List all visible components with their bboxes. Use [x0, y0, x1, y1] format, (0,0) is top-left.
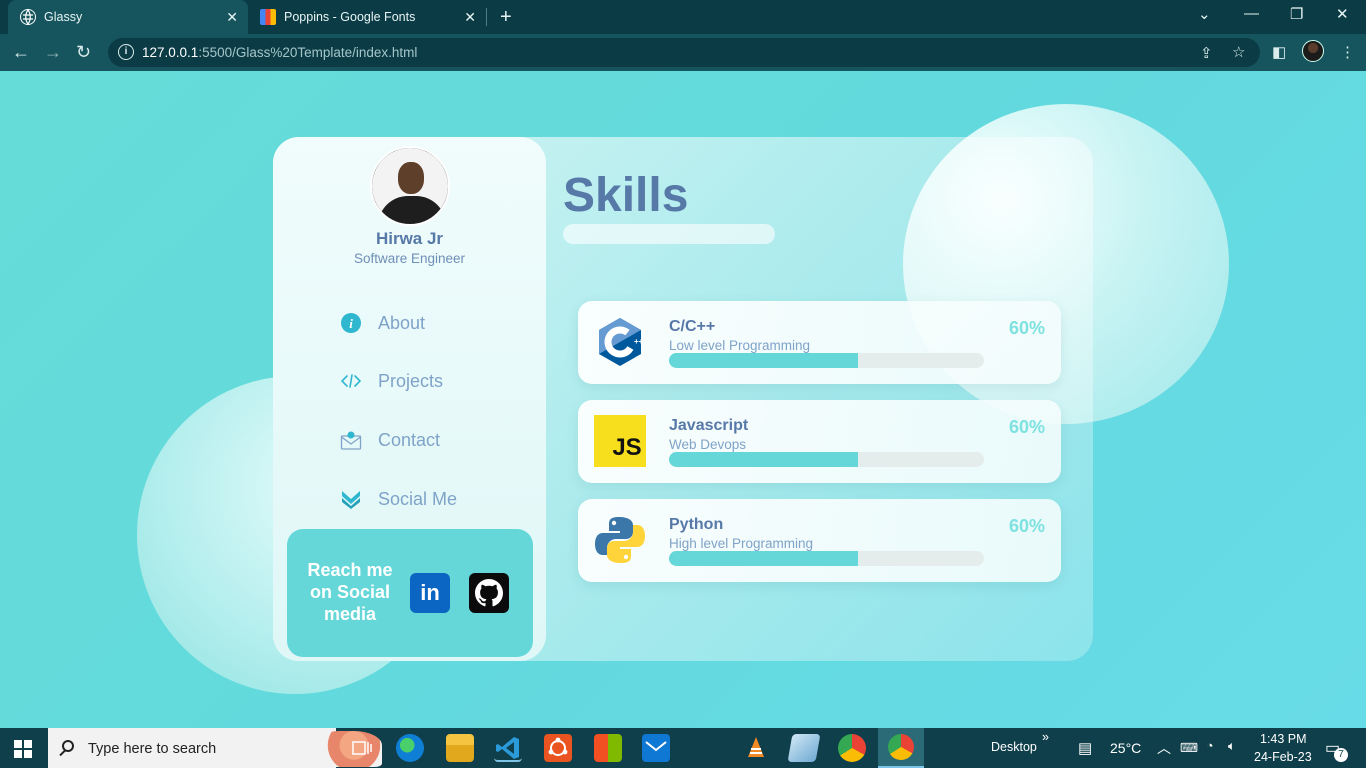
- close-window-button[interactable]: ✕: [1336, 5, 1349, 23]
- skill-description: Low level Programming: [669, 338, 811, 353]
- python-logo-icon: [594, 514, 646, 566]
- profile-name: Hirwa Jr: [375, 229, 444, 248]
- title-underline: [563, 224, 775, 244]
- skill-progress-bar: [669, 551, 984, 566]
- profile-avatar[interactable]: [1302, 40, 1324, 62]
- js-logo-icon: JS: [594, 415, 646, 467]
- taskbar-search-box[interactable]: Type here to search: [48, 728, 382, 768]
- tab-separator: [486, 8, 487, 26]
- social-box: Reach me on Social media in: [287, 529, 533, 657]
- wifi-icon[interactable]: ◔: [1206, 739, 1214, 753]
- profile-role: Software Engineer: [353, 251, 466, 266]
- code-icon: [340, 370, 362, 392]
- info-icon: i: [340, 312, 362, 334]
- vlc-icon[interactable]: [742, 734, 770, 762]
- forward-arrow-icon[interactable]: →: [44, 42, 62, 62]
- expand-chevron-icon[interactable]: »: [1042, 730, 1049, 744]
- task-view-icon[interactable]: [348, 734, 376, 762]
- skill-description: Web Devops: [669, 437, 747, 452]
- bookmark-star-icon[interactable]: ☆: [1232, 43, 1245, 61]
- clock-time[interactable]: 1:43 PM: [1260, 732, 1307, 746]
- tray-chevron-up-icon[interactable]: ︿: [1157, 738, 1171, 758]
- skill-card-cpp: ++ C/C++ Low level Programming 60%: [578, 301, 1061, 384]
- svg-text:i: i: [349, 316, 353, 331]
- reload-icon[interactable]: ↻: [76, 42, 91, 62]
- side-panel-icon[interactable]: ◧: [1272, 43, 1286, 61]
- file-explorer-icon[interactable]: [446, 734, 474, 762]
- input-method-icon[interactable]: ⌨: [1180, 740, 1198, 755]
- tab-title: Glassy: [44, 10, 83, 24]
- avatar: [370, 146, 450, 226]
- tab-poppins[interactable]: Poppins - Google Fonts ✕: [250, 0, 486, 34]
- skill-description: High level Programming: [669, 536, 814, 551]
- chrome-icon[interactable]: [838, 734, 866, 762]
- volume-icon[interactable]: 🔈︎: [1228, 739, 1236, 754]
- clock-date[interactable]: 24-Feb-23: [1254, 750, 1312, 764]
- edge-browser-icon[interactable]: [396, 734, 424, 762]
- search-icon: [62, 740, 74, 752]
- skill-progress-bar: [669, 353, 984, 368]
- linkedin-icon[interactable]: in: [410, 573, 450, 613]
- vscode-icon[interactable]: [494, 734, 522, 762]
- github-icon[interactable]: [469, 573, 509, 613]
- sidebar-item-label: Social Me: [378, 488, 458, 509]
- social-cta-text: Reach me on Social media: [307, 560, 393, 624]
- sidebar-item-label: Projects: [378, 370, 444, 391]
- windows-taskbar: Type here to search Desktop » ▤ 25°C ︿ ⌨…: [0, 728, 1366, 768]
- skill-percent: 60%: [1008, 417, 1045, 437]
- menu-dots-icon[interactable]: ⋮: [1340, 43, 1355, 61]
- skill-name: C/C++: [669, 318, 716, 335]
- page-title: Skills: [563, 169, 689, 222]
- skill-card-javascript: JS Javascript Web Devops 60%: [578, 400, 1061, 483]
- sidebar-item-about[interactable]: i About: [340, 310, 425, 336]
- address-bar[interactable]: i 127.0.0.1:5500/Glass%20Template/index.…: [108, 38, 1260, 67]
- browser-toolbar: ← → ↻ i 127.0.0.1:5500/Glass%20Template/…: [0, 34, 1366, 71]
- mail-app-icon[interactable]: [642, 734, 670, 762]
- minimize-button[interactable]: —: [1244, 5, 1259, 22]
- sidebar-item-label: Contact: [378, 429, 441, 450]
- tab-title: Poppins - Google Fonts: [284, 10, 416, 24]
- restore-button[interactable]: ❐: [1290, 5, 1303, 23]
- close-tab-icon[interactable]: ✕: [226, 9, 238, 26]
- google-fonts-icon: [260, 9, 276, 25]
- sidebar: Hirwa Jr Software Engineer i About Proje…: [273, 137, 546, 661]
- desktop-toolbar-label[interactable]: Desktop: [991, 740, 1037, 754]
- globe-icon: [20, 9, 36, 25]
- site-info-icon[interactable]: i: [118, 44, 134, 60]
- sidebar-item-contact[interactable]: Contact: [340, 427, 440, 453]
- back-arrow-icon[interactable]: ←: [12, 42, 30, 62]
- skill-percent: 60%: [1008, 516, 1045, 536]
- weather-temp[interactable]: 25°C: [1110, 740, 1141, 756]
- search-placeholder: Type here to search: [88, 741, 217, 757]
- close-tab-icon[interactable]: ✕: [464, 9, 476, 26]
- skill-progress-bar: [669, 452, 984, 467]
- tab-glassy[interactable]: Glassy ✕: [8, 0, 248, 34]
- notes-app-icon[interactable]: [787, 734, 821, 762]
- skill-name: Javascript: [669, 417, 749, 434]
- new-tab-button[interactable]: +: [500, 7, 512, 27]
- browser-tab-bar: Glassy ✕ Poppins - Google Fonts ✕ + ⌄ — …: [0, 0, 1366, 34]
- mail-icon: [340, 429, 362, 451]
- sidebar-item-label: About: [378, 312, 426, 333]
- skill-card-python: Python High level Programming 60%: [578, 499, 1061, 582]
- notification-count-badge[interactable]: 7: [1334, 748, 1348, 762]
- svg-text:++: ++: [634, 337, 644, 346]
- share-icon[interactable]: ⇪: [1200, 44, 1213, 62]
- url-text: 127.0.0.1:5500/Glass%20Template/index.ht…: [142, 45, 418, 60]
- weather-icon[interactable]: ▤: [1078, 739, 1092, 757]
- skill-name: Python: [669, 516, 724, 533]
- ubuntu-icon[interactable]: [544, 734, 572, 762]
- skill-percent: 60%: [1008, 318, 1045, 338]
- chrome-profile-window-icon[interactable]: [878, 728, 924, 768]
- chevrons-down-icon: [340, 488, 362, 510]
- tab-search-icon[interactable]: ⌄: [1198, 5, 1211, 23]
- windows-start-icon[interactable]: [14, 740, 32, 758]
- sidebar-item-social[interactable]: Social Me: [340, 486, 457, 512]
- sidebar-item-projects[interactable]: Projects: [340, 368, 443, 394]
- page-viewport: Hirwa Jr Software Engineer i About Proje…: [0, 71, 1366, 728]
- cpp-logo-icon: ++: [594, 316, 646, 368]
- microsoft-store-icon[interactable]: [594, 734, 622, 762]
